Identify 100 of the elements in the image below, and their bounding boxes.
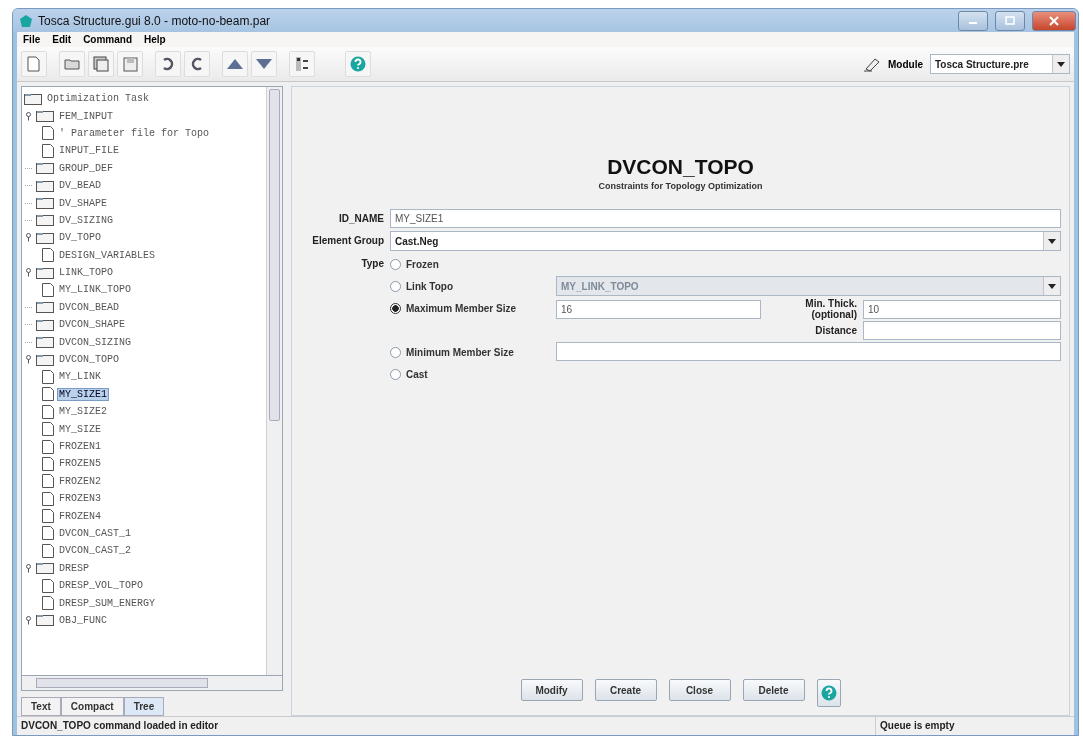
- folder-icon: [36, 214, 54, 227]
- element-group-dropdown[interactable]: Cast.Neg: [390, 231, 1061, 251]
- expand-handle-icon[interactable]: [24, 355, 33, 365]
- tree-item[interactable]: DESIGN_VARIABLES: [57, 248, 157, 262]
- tree-item[interactable]: DVCON_CAST_2: [57, 544, 133, 558]
- tree-item[interactable]: DV_TOPO: [57, 231, 103, 245]
- tree-item[interactable]: MY_LINK_TOPO: [57, 283, 133, 297]
- action-button[interactable]: Modify: [520, 679, 583, 701]
- redo-icon[interactable]: [184, 51, 210, 77]
- editor-title: DVCON_TOPO: [606, 155, 755, 179]
- tree-item[interactable]: DV_SHAPE: [57, 196, 109, 210]
- folder-icon: [36, 231, 54, 244]
- radio-button[interactable]: [390, 302, 401, 314]
- expand-handle-icon[interactable]: [24, 233, 33, 243]
- input-field[interactable]: 10: [863, 299, 1061, 319]
- tree-item[interactable]: DV_BEAD: [57, 179, 103, 193]
- tree-item[interactable]: FROZEN1: [57, 440, 103, 453]
- expand-handle-icon[interactable]: [24, 615, 33, 625]
- tree-item[interactable]: DVCON_TOPO: [57, 353, 121, 367]
- field-label: Element Group: [311, 234, 384, 246]
- menu-item[interactable]: Edit: [52, 34, 72, 45]
- document-icon: [42, 143, 54, 158]
- folder-icon: [36, 562, 54, 575]
- help-button[interactable]: [816, 679, 841, 707]
- tree-item[interactable]: DVCON_SIZING: [57, 335, 133, 349]
- tree-item[interactable]: FEM_INPUT: [57, 109, 115, 123]
- save-as-icon[interactable]: [88, 51, 114, 77]
- menu-item[interactable]: Command: [83, 34, 133, 45]
- document-icon: [42, 439, 54, 454]
- tree-item[interactable]: MY_SIZE2: [57, 405, 109, 419]
- radio-button[interactable]: [390, 258, 401, 270]
- action-button[interactable]: Close: [668, 679, 731, 701]
- menu-item[interactable]: File: [23, 34, 41, 45]
- tree-item[interactable]: LINK_TOPO: [57, 266, 115, 280]
- horizontal-scrollbar[interactable]: [21, 676, 283, 691]
- tree-item[interactable]: FROZEN4: [57, 509, 103, 523]
- tree-item[interactable]: FROZEN3: [57, 492, 103, 506]
- radio-button[interactable]: [390, 368, 401, 380]
- help-icon[interactable]: [820, 685, 837, 701]
- close-icon: [1049, 15, 1059, 26]
- expand-handle-icon[interactable]: [24, 563, 33, 573]
- radio-button[interactable]: [390, 346, 401, 358]
- document-icon: [42, 578, 54, 593]
- help-icon[interactable]: [350, 56, 366, 72]
- view-tab[interactable]: Compact: [60, 697, 124, 716]
- input-field[interactable]: 16: [556, 299, 761, 319]
- save-icon[interactable]: [117, 51, 143, 77]
- tree-item[interactable]: ' Parameter file for Topo: [57, 126, 212, 140]
- view-tab[interactable]: Text: [21, 697, 61, 716]
- action-button[interactable]: Delete: [742, 679, 805, 701]
- id-name-field[interactable]: MY_SIZE1: [390, 209, 1061, 228]
- document-icon: [42, 509, 54, 524]
- folder-icon: [36, 110, 54, 123]
- move-down-icon[interactable]: [251, 51, 277, 77]
- caret-icon: [1048, 283, 1056, 289]
- tree-item[interactable]: DRESP_SUM_ENERGY: [57, 596, 157, 610]
- document-icon: [42, 543, 54, 558]
- open-folder-icon[interactable]: [59, 51, 85, 77]
- document-icon: [42, 387, 54, 402]
- editor-subtitle: Constraints for Topology Optimization: [597, 181, 764, 191]
- folder-icon: [36, 266, 54, 279]
- tree-item[interactable]: MY_LINK: [57, 370, 103, 384]
- menu-item[interactable]: Help: [144, 34, 166, 45]
- document-icon: [42, 422, 54, 437]
- close-button[interactable]: [1032, 10, 1076, 31]
- field-label: Min. Thick. (optional): [804, 298, 857, 320]
- tree-item[interactable]: DVCON_BEAD: [57, 300, 121, 314]
- tree-item[interactable]: MY_SIZE: [57, 422, 103, 436]
- vertical-scrollbar[interactable]: [266, 87, 282, 675]
- maximize-button[interactable]: [995, 10, 1025, 31]
- caret-icon: [1048, 238, 1056, 244]
- tree-item[interactable]: GROUP_DEF: [57, 161, 115, 175]
- tree-item[interactable]: FROZEN2: [57, 474, 103, 488]
- document-icon: [42, 596, 54, 610]
- list-icon[interactable]: [289, 51, 315, 77]
- expand-handle-icon[interactable]: [24, 111, 33, 121]
- minimize-button[interactable]: [958, 10, 988, 31]
- tree-item[interactable]: DV_SIZING: [57, 213, 115, 227]
- folder-icon: [36, 301, 54, 314]
- tree-item[interactable]: OBJ_FUNC: [57, 613, 109, 627]
- tree-item[interactable]: DRESP: [57, 561, 91, 575]
- pencil-icon: [863, 56, 881, 72]
- move-up-icon[interactable]: [222, 51, 248, 77]
- input-field[interactable]: [556, 342, 1061, 361]
- radio-label: Minimum Member Size: [406, 346, 514, 358]
- action-button[interactable]: Create: [594, 679, 657, 701]
- tree-item[interactable]: MY_SIZE1: [57, 387, 109, 401]
- tree-item[interactable]: DRESP_VOL_TOPO: [57, 579, 145, 593]
- undo-icon[interactable]: [155, 51, 181, 77]
- tree-item[interactable]: DVCON_SHAPE: [57, 318, 127, 332]
- tree-item[interactable]: INPUT_FILE: [57, 144, 121, 158]
- module-dropdown[interactable]: Tosca Structure.pre: [930, 54, 1070, 74]
- view-tab[interactable]: Tree: [123, 697, 165, 716]
- tree-item[interactable]: DVCON_CAST_1: [57, 526, 133, 540]
- input-field[interactable]: [863, 321, 1061, 340]
- tree-item[interactable]: Optimization Task: [45, 92, 152, 106]
- tree-item[interactable]: FROZEN5: [57, 457, 103, 471]
- new-file-icon[interactable]: [21, 51, 47, 77]
- folder-icon: [36, 353, 54, 366]
- expand-handle-icon[interactable]: [24, 268, 33, 278]
